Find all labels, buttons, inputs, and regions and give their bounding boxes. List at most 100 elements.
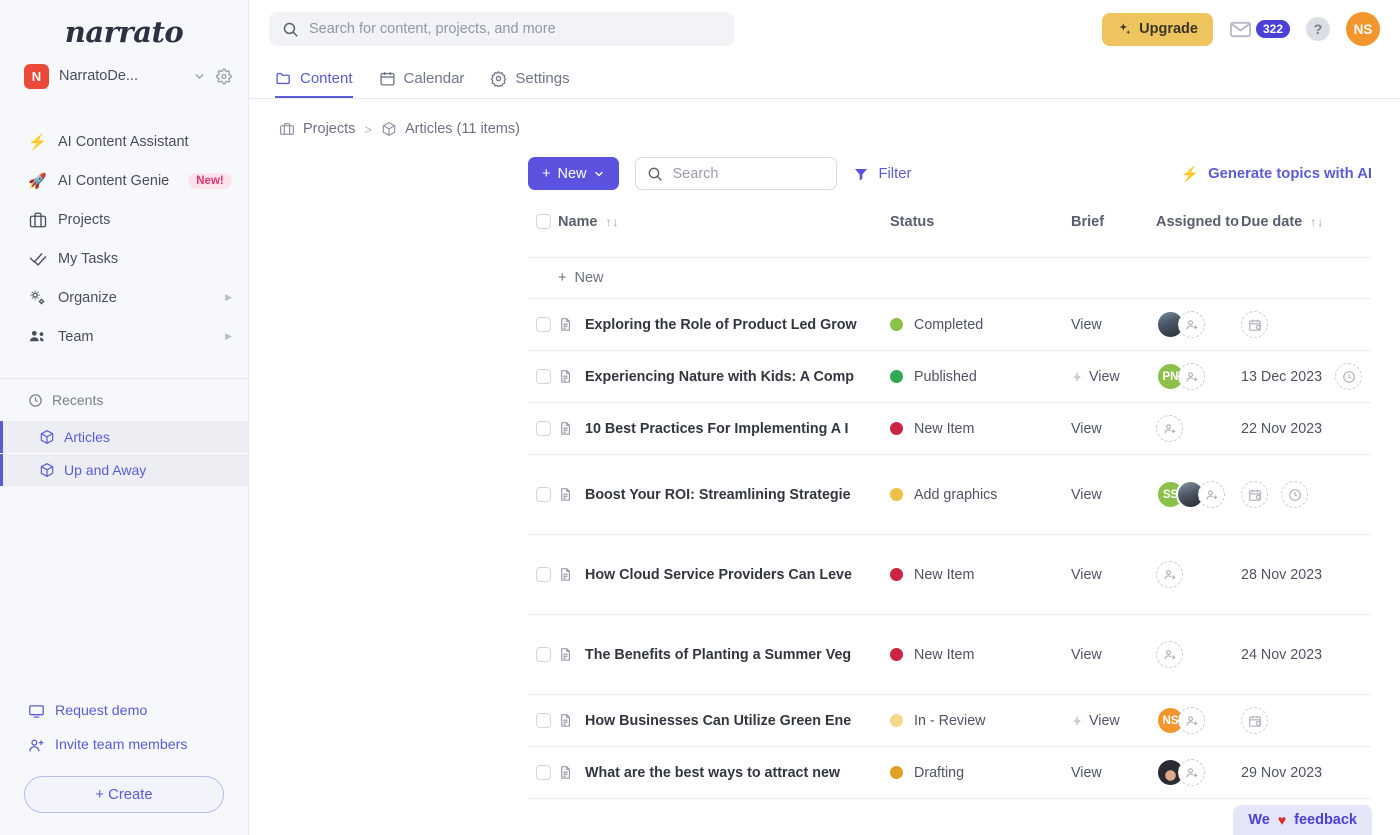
row-checkbox[interactable]	[536, 567, 551, 582]
breadcrumb-articles[interactable]: Articles (11 items)	[381, 121, 520, 137]
chevron-right-icon[interactable]: ▶	[225, 292, 232, 303]
feedback-widget[interactable]: We ♥ feedback	[1233, 805, 1372, 835]
add-assignee-button[interactable]	[1198, 481, 1225, 508]
brief-view-link[interactable]: View	[1089, 369, 1120, 385]
brief-view-link[interactable]: View	[1071, 765, 1102, 781]
add-new-row[interactable]: + New	[528, 258, 1372, 299]
breadcrumb-projects[interactable]: Projects	[279, 121, 355, 137]
row-due-date-cell[interactable]: 28 Nov 2023	[1241, 567, 1372, 583]
row-name-cell[interactable]: Exploring the Role of Product Led Grow	[558, 317, 890, 333]
chevron-right-icon[interactable]: ▶	[225, 331, 232, 342]
row-brief-cell[interactable]: View	[1071, 317, 1156, 333]
row-status-cell[interactable]: Completed	[890, 317, 1071, 333]
add-assignee-button[interactable]	[1156, 415, 1183, 442]
messages-button[interactable]: 322	[1229, 18, 1290, 41]
global-search[interactable]	[269, 12, 734, 46]
table-row[interactable]: 10 Best Practices For Implementing A INe…	[528, 403, 1372, 455]
row-status-cell[interactable]: New Item	[890, 567, 1071, 583]
row-name-cell[interactable]: How Businesses Can Utilize Green Ene	[558, 713, 890, 729]
row-checkbox[interactable]	[536, 713, 551, 728]
row-name-cell[interactable]: 10 Best Practices For Implementing A I	[558, 421, 890, 437]
row-brief-cell[interactable]: View	[1071, 765, 1156, 781]
row-status-cell[interactable]: New Item	[890, 421, 1071, 437]
table-search-input[interactable]	[672, 166, 825, 182]
sidebar-item-up-and-away[interactable]: Up and Away	[0, 454, 248, 486]
set-due-date-button[interactable]	[1241, 311, 1268, 338]
row-status-cell[interactable]: Drafting	[890, 765, 1071, 781]
filter-button[interactable]: Filter	[853, 166, 911, 182]
help-button[interactable]: ?	[1306, 17, 1330, 41]
set-due-date-button[interactable]	[1241, 707, 1268, 734]
row-assigned-cell[interactable]	[1156, 561, 1241, 588]
sort-icon[interactable]: ↑↓	[1310, 215, 1324, 229]
row-due-date-cell[interactable]	[1241, 707, 1372, 734]
sort-icon[interactable]: ↑↓	[606, 215, 620, 229]
add-assignee-button[interactable]	[1156, 641, 1183, 668]
row-due-date-cell[interactable]: 29 Nov 2023	[1241, 765, 1372, 781]
row-brief-cell[interactable]: View	[1071, 567, 1156, 583]
set-due-date-button[interactable]	[1241, 481, 1268, 508]
table-row[interactable]: Experiencing Nature with Kids: A CompPub…	[528, 351, 1372, 403]
row-name-cell[interactable]: Boost Your ROI: Streamlining Strategie	[558, 487, 890, 503]
row-name-cell[interactable]: How Cloud Service Providers Can Leve	[558, 567, 890, 583]
row-due-date-cell[interactable]	[1241, 311, 1372, 338]
row-checkbox[interactable]	[536, 765, 551, 780]
add-assignee-button[interactable]	[1178, 311, 1205, 338]
row-assigned-cell[interactable]	[1156, 415, 1241, 442]
search-input[interactable]	[309, 21, 721, 37]
new-button[interactable]: + New	[528, 157, 619, 190]
brief-view-link[interactable]: View	[1071, 421, 1102, 437]
row-status-cell[interactable]: Published	[890, 369, 1071, 385]
set-reminder-button[interactable]	[1335, 363, 1362, 390]
table-row[interactable]: The Benefits of Planting a Summer VegNew…	[528, 615, 1372, 695]
sidebar-item-my-tasks[interactable]: My Tasks	[0, 239, 248, 278]
set-reminder-button[interactable]	[1281, 481, 1308, 508]
row-name-cell[interactable]: What are the best ways to attract new	[558, 765, 890, 781]
create-button[interactable]: + Create	[24, 776, 224, 813]
add-assignee-button[interactable]	[1178, 707, 1205, 734]
row-checkbox[interactable]	[536, 421, 551, 436]
brief-view-link[interactable]: View	[1071, 567, 1102, 583]
sidebar-item-team[interactable]: Team ▶	[0, 317, 248, 356]
row-brief-cell[interactable]: View	[1071, 647, 1156, 663]
app-logo[interactable]: narrato	[0, 0, 248, 56]
row-assigned-cell[interactable]: SS	[1156, 480, 1241, 509]
brief-view-link[interactable]: View	[1071, 487, 1102, 503]
add-assignee-button[interactable]	[1178, 363, 1205, 390]
column-header-name[interactable]: Name↑↓	[558, 214, 890, 230]
brief-view-link[interactable]: View	[1089, 713, 1120, 729]
sidebar-item-organize[interactable]: Organize ▶	[0, 278, 248, 317]
row-brief-cell[interactable]: View	[1071, 369, 1156, 385]
gear-icon[interactable]	[216, 68, 232, 84]
row-name-cell[interactable]: Experiencing Nature with Kids: A Comp	[558, 369, 890, 385]
chevron-down-icon[interactable]	[193, 70, 206, 83]
table-search[interactable]	[635, 157, 837, 190]
row-brief-cell[interactable]: View	[1071, 487, 1156, 503]
column-header-due-date[interactable]: Due date↑↓	[1241, 214, 1372, 230]
sidebar-item-ai-content-assistant[interactable]: ⚡ AI Content Assistant	[0, 122, 248, 161]
sidebar-item-articles[interactable]: Articles	[0, 421, 248, 453]
tab-calendar[interactable]: Calendar	[379, 70, 465, 98]
add-assignee-button[interactable]	[1178, 759, 1205, 786]
row-due-date-cell[interactable]: 22 Nov 2023	[1241, 421, 1372, 437]
row-checkbox[interactable]	[536, 369, 551, 384]
brief-view-link[interactable]: View	[1071, 317, 1102, 333]
row-checkbox[interactable]	[536, 317, 551, 332]
row-status-cell[interactable]: In - Review	[890, 713, 1071, 729]
row-brief-cell[interactable]: View	[1071, 713, 1156, 729]
table-row[interactable]: How Businesses Can Utilize Green EneIn -…	[528, 695, 1372, 747]
row-due-date-cell[interactable]: 13 Dec 2023	[1241, 363, 1372, 390]
add-new-row-button[interactable]: + New	[558, 270, 603, 286]
add-assignee-button[interactable]	[1156, 561, 1183, 588]
row-assigned-cell[interactable]: PN	[1156, 362, 1241, 391]
row-due-date-cell[interactable]	[1241, 481, 1372, 508]
table-row[interactable]: Boost Your ROI: Streamlining StrategieAd…	[528, 455, 1372, 535]
row-assigned-cell[interactable]	[1156, 310, 1241, 339]
row-checkbox[interactable]	[536, 647, 551, 662]
table-row[interactable]: Exploring the Role of Product Led GrowCo…	[528, 299, 1372, 351]
row-due-date-cell[interactable]: 24 Nov 2023	[1241, 647, 1372, 663]
select-all-checkbox[interactable]	[536, 214, 551, 229]
tab-content[interactable]: Content	[275, 70, 353, 98]
row-status-cell[interactable]: Add graphics	[890, 487, 1071, 503]
tab-settings[interactable]: Settings	[490, 70, 569, 98]
